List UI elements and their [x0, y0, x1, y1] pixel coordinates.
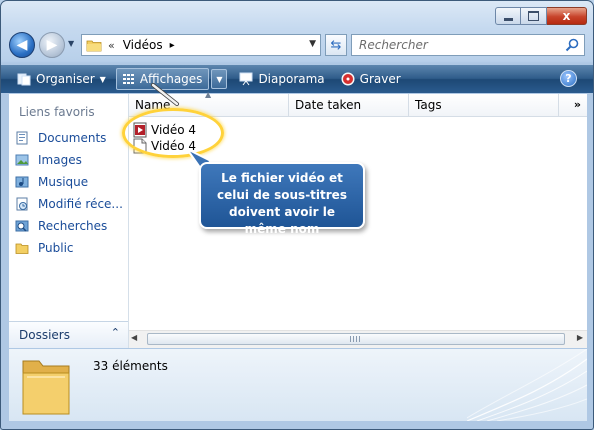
slideshow-button[interactable]: Diaporama: [233, 68, 330, 90]
navigation-pane: Liens favoris Documents Images Musique M…: [9, 94, 129, 348]
breadcrumb-overflow[interactable]: «: [108, 39, 115, 52]
organise-icon: [17, 73, 31, 86]
chevron-up-icon: ⌃: [110, 326, 120, 339]
organise-menu[interactable]: Organiser ▼: [11, 68, 112, 90]
address-bar[interactable]: « Vidéos ▸ ▼: [81, 34, 321, 56]
help-button[interactable]: ?: [560, 70, 577, 87]
breadcrumb-location[interactable]: Vidéos: [123, 38, 163, 52]
sidebar-item-label: Documents: [38, 131, 107, 145]
arrow-left-icon: ◀: [16, 37, 28, 53]
sidebar-item-recently-changed[interactable]: Modifié réce...: [15, 193, 123, 215]
column-date-taken[interactable]: Date taken: [289, 94, 409, 116]
sidebar-item-music[interactable]: Musique: [15, 171, 123, 193]
search-box[interactable]: [351, 34, 585, 56]
folders-label: Dossiers: [19, 328, 70, 342]
documents-icon: [16, 131, 28, 145]
scroll-right-icon[interactable]: ▶: [577, 333, 583, 342]
music-icon: [15, 176, 29, 188]
search-input[interactable]: [357, 37, 561, 53]
searches-icon: [15, 220, 29, 232]
address-dropdown[interactable]: ▼: [309, 39, 316, 49]
callout-text: Le fichier vidéo et celui de sous-titres…: [217, 171, 347, 236]
help-icon: ?: [565, 72, 572, 85]
grip-icon: [350, 336, 362, 342]
organise-label: Organiser: [36, 72, 95, 86]
sidebar-item-documents[interactable]: Documents: [15, 127, 123, 149]
sort-ascending-icon: ▲: [205, 90, 212, 99]
decorative-streaks: [467, 349, 587, 421]
caption-buttons: x: [495, 7, 587, 25]
folders-toggle[interactable]: Dossiers ⌃: [9, 321, 128, 348]
horizontal-scrollbar[interactable]: ◀ ▶: [129, 330, 587, 348]
slideshow-icon: [239, 72, 253, 86]
views-dropdown[interactable]: ▼: [211, 69, 228, 89]
recently-changed-icon: [16, 197, 28, 211]
sidebar-item-label: Musique: [38, 175, 89, 189]
chevron-down-icon: ▼: [99, 74, 106, 84]
views-icon: [122, 74, 134, 84]
maximize-icon: [528, 11, 539, 21]
column-tags[interactable]: Tags: [409, 94, 559, 116]
breadcrumb-arrow[interactable]: ▸: [170, 40, 175, 51]
sidebar-item-label: Modifié réce...: [38, 197, 123, 211]
refresh-button[interactable]: ⇆: [325, 34, 347, 56]
forward-button[interactable]: ▶: [39, 32, 65, 58]
more-columns-button[interactable]: »: [574, 98, 581, 111]
column-label: Date taken: [295, 98, 362, 112]
pictures-icon: [15, 154, 29, 166]
callout-tooltip: Le fichier vidéo et celui de sous-titres…: [199, 162, 365, 236]
public-folder-icon: [15, 243, 29, 254]
back-button[interactable]: ◀: [9, 32, 35, 58]
navigation-bar: ◀ ▶ ▼ « Vidéos ▸ ▼ ⇆: [9, 32, 585, 59]
command-bar: Organiser ▼ Affichages ▼ Diaporama Grave…: [1, 65, 593, 93]
sidebar-item-public[interactable]: Public: [15, 237, 123, 259]
close-button[interactable]: x: [547, 7, 587, 25]
large-folder-icon: [22, 360, 70, 415]
favorite-links-title: Liens favoris: [19, 105, 95, 119]
arrow-right-icon: ▶: [46, 37, 58, 53]
item-count: 33 éléments: [93, 359, 168, 373]
burn-button[interactable]: Graver: [335, 68, 407, 90]
scroll-left-icon[interactable]: ◀: [131, 333, 137, 342]
sidebar-item-searches[interactable]: Recherches: [15, 215, 123, 237]
minimize-button[interactable]: [495, 7, 521, 25]
favorite-links-list: Documents Images Musique Modifié réce...…: [15, 127, 123, 259]
details-pane: 33 éléments: [9, 349, 587, 421]
slideshow-label: Diaporama: [258, 72, 325, 86]
maximize-button[interactable]: [521, 7, 547, 25]
burn-label: Graver: [359, 72, 401, 86]
folder-icon: [86, 40, 102, 51]
explorer-window: x ◀ ▶ ▼ « Vidéos ▸ ▼ ⇆ Organiser ▼ Affic…: [0, 0, 594, 430]
recent-pages-dropdown[interactable]: ▼: [68, 39, 78, 51]
close-icon: x: [562, 9, 571, 23]
chevron-down-icon: ▼: [216, 74, 223, 84]
minimize-icon: [503, 17, 513, 21]
sidebar-item-images[interactable]: Images: [15, 149, 123, 171]
sidebar-item-label: Recherches: [38, 219, 108, 233]
scrollbar-thumb[interactable]: [147, 333, 565, 345]
burn-disc-icon: [341, 72, 355, 86]
pen-pointer-icon: [151, 83, 181, 108]
column-label: Tags: [415, 98, 442, 112]
sidebar-item-label: Public: [38, 241, 74, 255]
refresh-icon: ⇆: [330, 37, 342, 53]
sidebar-item-label: Images: [38, 153, 82, 167]
search-icon[interactable]: [565, 38, 579, 52]
